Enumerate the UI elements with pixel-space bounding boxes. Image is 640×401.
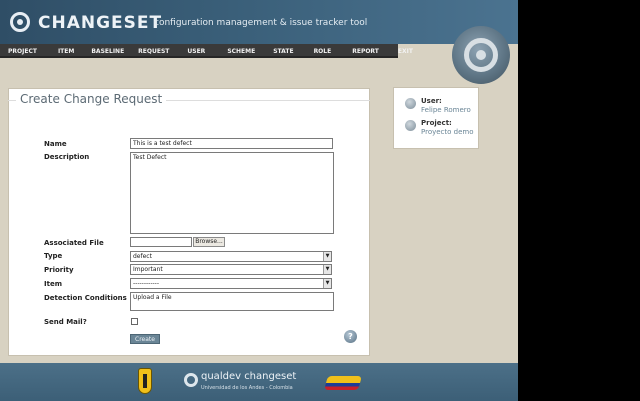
app-title: CHANGESET [38,13,163,33]
colombia-flag-icon [324,376,362,390]
item-select-value: ------------ [133,280,159,287]
name-field[interactable] [130,138,333,149]
university-shield-icon [138,368,152,394]
menu-item-exit[interactable]: EXIT [398,48,413,55]
qualdev-logo-icon [184,373,198,387]
description-field[interactable]: Test Defect [130,152,334,234]
menu-item-item[interactable]: ITEM [58,48,74,55]
changeset-logo-icon [10,12,30,32]
menu-item-scheme[interactable]: SCHEME [227,48,255,55]
item-select[interactable]: ------------ ▼ [130,278,332,289]
priority-label: Priority [44,266,74,274]
menu-item-baseline[interactable]: BASELINE [91,48,124,55]
priority-select[interactable]: Important ▼ [130,264,332,275]
menu-item-request[interactable]: REQUEST [138,48,169,55]
send-mail-label: Send Mail? [44,318,87,326]
page-title: Create Change Request [16,92,167,106]
footer-subtitle: Universidad de los Andes - Colombia [201,385,293,391]
help-icon[interactable]: ? [344,330,357,343]
menu-item-state[interactable]: STATE [273,48,293,55]
header-bar: CHANGESET configuration management & iss… [0,0,518,44]
chevron-down-icon[interactable]: ▼ [323,279,331,288]
project-label: Project: [421,119,452,127]
menu-item-user[interactable]: USER [187,48,205,55]
file-path-field[interactable] [130,237,192,247]
priority-select-value: Important [133,266,163,273]
user-icon [405,98,416,109]
chevron-down-icon[interactable]: ▼ [323,265,331,274]
type-label: Type [44,252,63,260]
send-mail-checkbox[interactable] [131,318,138,325]
type-select-value: defect [133,253,152,260]
project-value: Proyecto demo [421,128,474,136]
type-select[interactable]: defect ▼ [130,251,332,262]
menu-item-project[interactable]: PROJECT [8,48,37,55]
footer-bar [0,363,518,401]
user-label: User: [421,97,442,105]
project-icon [405,120,416,131]
name-label: Name [44,140,67,148]
user-value: Felipe Romero [421,106,471,114]
menu-item-report[interactable]: REPORT [352,48,379,55]
menu-item-role[interactable]: ROLE [314,48,332,55]
main-menu: PROJECT ITEM BASELINE REQUEST USER SCHEM… [0,44,413,58]
detection-conditions-label: Detection Conditions [44,294,127,302]
app-tagline: configuration management & issue tracker… [154,18,368,28]
associated-file-label: Associated File [44,239,104,247]
description-label: Description [44,153,90,161]
chevron-down-icon[interactable]: ▼ [323,252,331,261]
item-label: Item [44,280,62,288]
browse-button[interactable]: Browse... [193,237,225,247]
footer-brand: qualdev changeset [201,371,297,382]
detection-conditions-field[interactable]: Upload a File [130,292,334,311]
create-button[interactable]: Create [130,334,160,344]
q-logo-icon [452,26,510,84]
app-window: CHANGESET configuration management & iss… [0,0,518,401]
